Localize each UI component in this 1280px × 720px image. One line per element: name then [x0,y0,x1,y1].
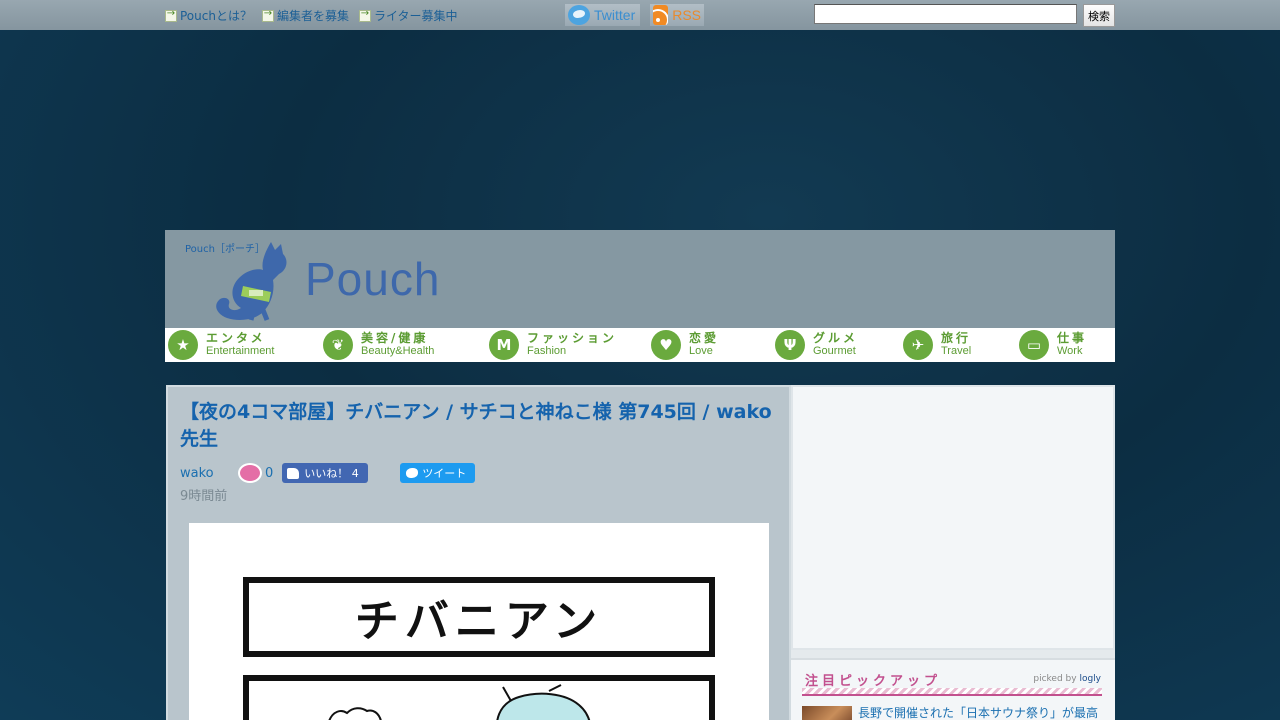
pickup-list-item[interactable]: 長野で開催された「日本サウナ祭り」が最高 [802,706,1103,720]
fashion-icon: M [489,330,519,360]
comic-drawing [328,684,591,720]
nav-item-beauty-health[interactable]: ❦ 美容/健康 Beauty&Health [323,328,489,362]
rss-button[interactable]: RSS [650,4,704,26]
nav-jp-label: 旅行 [941,331,972,345]
nav-item-gourmet[interactable]: Ψ グルメ Gourmet [775,328,903,362]
site-header: Pouch［ポーチ］ Pouch [165,230,1115,328]
comic-image[interactable]: チバニアン [189,523,769,720]
pickup-stripe-divider [802,688,1102,696]
comment-count[interactable]: 0 [265,466,273,481]
card-icon: ▭ [1019,330,1049,360]
nav-jp-label: エンタメ [206,331,266,345]
heart-icon: ♥ [651,330,681,360]
nav-en-label: Love [689,345,713,357]
author-link[interactable]: wako [180,466,238,481]
writer-recruit-link[interactable]: ライター募集中 [358,7,458,24]
nav-text: ファッション Fashion [527,332,617,358]
nav-item-travel[interactable]: ✈ 旅行 Travel [903,328,1019,362]
writer-recruit-label: ライター募集中 [373,9,458,23]
nav-en-label: Travel [941,345,972,357]
comment-bubble-icon[interactable] [238,463,262,483]
tweet-label: ツイート [422,467,467,480]
nav-en-label: Entertainment [206,345,275,357]
search-button[interactable]: 検索 [1083,4,1115,27]
sidebar-divider [791,650,1115,658]
leaf-icon: ❦ [323,330,353,360]
category-nav: ★ エンタメ Entertainment ❦ 美容/健康 Beauty&Heal… [165,328,1115,362]
nav-jp-label: 仕事 [1057,331,1088,345]
about-pouch-label: Pouchとは？ [180,9,252,23]
twitter-label: Twitter [594,7,636,23]
nav-jp-label: 美容/健康 [361,331,429,345]
rss-icon [653,5,669,25]
article-meta: wako 0 いいね！ 4 ツイート [180,463,476,483]
nav-text: 恋愛 Love [689,332,719,358]
logo-wordmark[interactable]: Pouch [305,252,440,306]
twitter-bird-icon [406,468,419,478]
search-input[interactable] [814,4,1077,24]
twitter-button[interactable]: Twitter [565,4,640,26]
pickup-thumbnail[interactable] [802,706,852,720]
article-card: 【夜の4コマ部屋】チバニアン / サチコと神ねこ様 第745回 / wako先生… [166,385,791,720]
logly-brand: logly [1079,674,1101,684]
nav-en-label: Fashion [527,345,567,357]
article-timestamp: 9時間前 [180,489,228,504]
twitter-bird-icon [568,5,590,25]
nav-item-fashion[interactable]: M ファッション Fashion [489,328,651,362]
fork-icon: Ψ [775,330,805,360]
top-bar: Pouchとは？ 編集者を募集 ライター募集中 Twitter RSS 検索 [0,0,1280,30]
tweet-button[interactable]: ツイート [400,463,476,483]
editor-recruit-label: 編集者を募集 [276,9,349,23]
like-label: いいね！ 4 [304,467,359,480]
thumbs-up-icon [287,467,300,479]
nav-text: 仕事 Work [1057,332,1087,358]
nav-item-work[interactable]: ▭ 仕事 Work [1019,328,1115,362]
cat-logo-icon[interactable] [209,240,309,324]
nav-item-love[interactable]: ♥ 恋愛 Love [651,328,775,362]
pickup-title: 注目ピックアップ [805,674,942,689]
editor-recruit-link[interactable]: 編集者を募集 [261,7,349,24]
star-icon: ★ [168,330,198,360]
arrow-right-icon [165,8,177,22]
comic-title-panel: チバニアン [243,577,715,657]
facebook-like-button[interactable]: いいね！ 4 [282,463,369,483]
pickup-section: 注目ピックアップ picked by logly 長野で開催された「日本サウナ祭… [791,658,1115,720]
top-links: Pouchとは？ 編集者を募集 ライター募集中 [165,7,458,24]
article-title[interactable]: 【夜の4コマ部屋】チバニアン / サチコと神ねこ様 第745回 / wako先生 [180,399,785,453]
picked-by-label[interactable]: picked by logly [1033,674,1101,684]
pickup-item-link[interactable]: 長野で開催された「日本サウナ祭り」が最高 [858,706,1103,720]
nav-text: 旅行 Travel [941,332,971,358]
picked-by-prefix: picked by [1033,674,1077,684]
nav-en-label: Gourmet [813,345,856,357]
comic-title-text: チバニアン [354,596,604,647]
nav-jp-label: ファッション [527,331,618,345]
nav-item-entertainment[interactable]: ★ エンタメ Entertainment [165,328,323,362]
about-pouch-link[interactable]: Pouchとは？ [165,7,252,24]
rss-label: RSS [672,7,701,23]
sidebar-ad-slot [791,385,1115,650]
nav-text: エンタメ Entertainment [206,332,274,358]
nav-text: 美容/健康 Beauty&Health [361,332,434,358]
search-form: 検索 [814,4,1115,27]
nav-en-label: Work [1057,345,1083,357]
nav-en-label: Beauty&Health [361,345,435,357]
plane-icon: ✈ [903,330,933,360]
social-links: Twitter RSS [565,4,704,26]
nav-jp-label: グルメ [813,331,859,345]
comic-panel [243,675,715,720]
arrow-right-icon [358,8,371,22]
arrow-right-icon [261,8,274,22]
nav-text: グルメ Gourmet [813,332,858,358]
nav-jp-label: 恋愛 [689,331,720,345]
